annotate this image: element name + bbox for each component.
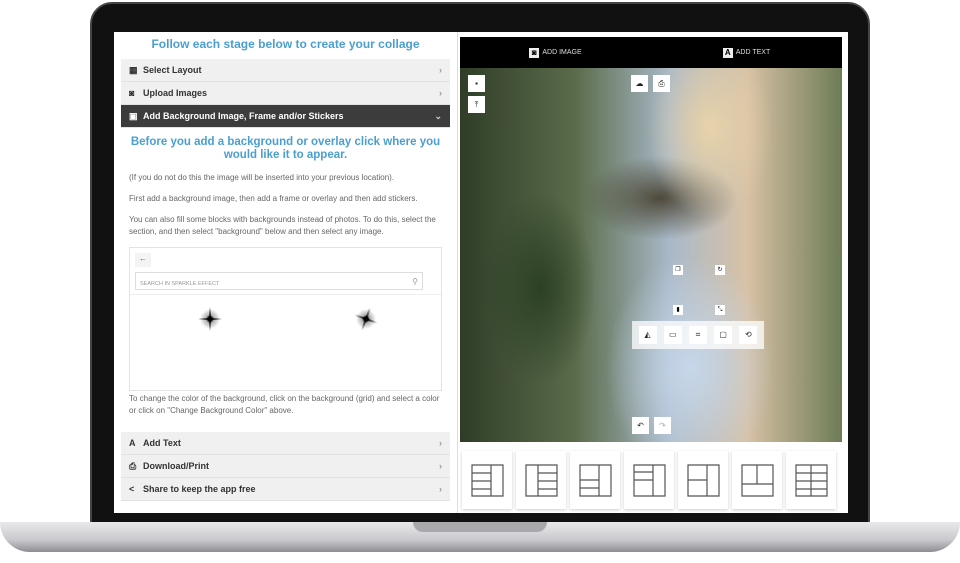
fill-icon[interactable]: ◭	[638, 326, 657, 344]
laptop-notch	[413, 522, 547, 532]
button-label: ADD IMAGE	[542, 49, 582, 56]
step-label: Add Text	[143, 438, 181, 448]
print-icon[interactable]: ⎙	[653, 75, 670, 92]
layout-picker	[460, 442, 842, 509]
font-icon: A	[129, 438, 136, 448]
step-download-print[interactable]: ⎙ Download/Print ›	[121, 455, 450, 478]
instruction-heading: Before you add a background or overlay c…	[130, 136, 441, 161]
layout-option[interactable]	[462, 451, 512, 509]
step-label: Share to keep the app free	[143, 484, 256, 494]
add-image-button[interactable]: ◙ ADD IMAGE	[460, 37, 651, 68]
redo-button[interactable]: ↷	[654, 417, 671, 434]
layout-option[interactable]	[786, 451, 836, 509]
step-share[interactable]: < Share to keep the app free ›	[121, 478, 450, 501]
layout-grid-icon	[470, 463, 504, 497]
chevron-down-icon: ⌄	[434, 110, 442, 121]
layout-option[interactable]	[678, 451, 728, 509]
instruction-text: (If you do not do this the image will be…	[129, 173, 395, 182]
sparkle-sticker[interactable]	[350, 303, 382, 335]
crop-icon[interactable]: ⌗	[688, 326, 707, 344]
rotate-icon[interactable]: ↻	[715, 265, 725, 275]
step-label: Select Layout	[143, 65, 202, 75]
divider	[130, 294, 441, 295]
layout-grid-icon	[632, 463, 666, 497]
layout-grid-icon	[794, 463, 828, 497]
delete-icon[interactable]: ▮	[673, 305, 683, 315]
back-button[interactable]: ←	[135, 253, 151, 267]
layout-option[interactable]	[516, 451, 566, 509]
layout-grid-icon	[686, 463, 720, 497]
step-label: Download/Print	[143, 461, 209, 471]
sparkle-sticker[interactable]	[198, 307, 222, 331]
undo-button[interactable]: ↶	[632, 417, 649, 434]
image-tools: ◭ ▭ ⌗ ▢ ⟲	[632, 321, 764, 349]
chevron-right-icon: ›	[439, 461, 442, 471]
grid-icon: ▦	[129, 64, 138, 75]
editor-toolbar: ◙ ADD IMAGE A ADD TEXT	[460, 37, 842, 68]
frame-icon[interactable]: ▢	[714, 326, 733, 344]
button-label: ADD TEXT	[735, 49, 771, 56]
sticker-panel: ← SEARCH IN SPARKLE EFFECT ⚲	[129, 247, 442, 391]
share-icon: <	[129, 484, 135, 494]
app-screen: Follow each stage below to create your c…	[114, 32, 848, 513]
instruction-text: To change the color of the background, c…	[129, 394, 440, 415]
chevron-right-icon: ›	[439, 88, 442, 98]
resize-icon[interactable]: ⤡	[715, 305, 725, 315]
sticker-search-input[interactable]: SEARCH IN SPARKLE EFFECT ⚲	[135, 272, 423, 290]
layout-grid-icon	[578, 463, 612, 497]
background-icon[interactable]: ▭	[663, 326, 682, 344]
instruction-text: First add a background image, then add a…	[129, 194, 418, 203]
step-add-text[interactable]: A Add Text ›	[121, 432, 450, 455]
steps-panel: Follow each stage below to create your c…	[114, 32, 458, 513]
camera-icon: ◙	[129, 88, 135, 98]
add-text-button[interactable]: A ADD TEXT	[651, 37, 842, 68]
layout-grid-icon	[740, 463, 774, 497]
search-icon: ⚲	[412, 277, 418, 286]
step-upload-images[interactable]: ◙ Upload Images ›	[121, 82, 450, 105]
step-label: Upload Images	[143, 88, 208, 98]
layout-option[interactable]	[570, 451, 620, 509]
layout-grid-icon	[524, 463, 558, 497]
chevron-right-icon: ›	[439, 65, 442, 75]
image-icon: ▣	[129, 110, 138, 121]
layout-option[interactable]	[624, 451, 674, 509]
camera-icon: ◙	[529, 47, 540, 58]
instruction-text: You can also fill some blocks with backg…	[129, 215, 436, 236]
print-icon: ⎙	[129, 460, 137, 471]
flip-icon[interactable]: ⟲	[739, 326, 758, 344]
page-title: Follow each stage below to create your c…	[151, 37, 420, 51]
step-select-layout[interactable]: ▦ Select Layout ›	[121, 59, 450, 82]
editor-panel: ◙ ADD IMAGE A ADD TEXT ▪ ⤒ ☁ ⎙ ❐ ↻ ▮ ⤡ ◭ ▭…	[460, 37, 842, 513]
step-content: Before you add a background or overlay c…	[121, 128, 450, 432]
layout-option[interactable]	[732, 451, 782, 509]
duplicate-icon[interactable]: ❐	[673, 265, 683, 275]
upload-icon[interactable]: ⤒	[468, 96, 485, 113]
step-add-background[interactable]: ▣ Add Background Image, Frame and/or Stic…	[121, 105, 450, 128]
chevron-right-icon: ›	[439, 438, 442, 448]
save-icon[interactable]: ▪	[468, 75, 485, 92]
step-label: Add Background Image, Frame and/or Stick…	[143, 111, 344, 121]
text-icon: A	[722, 47, 733, 58]
search-placeholder: SEARCH IN SPARKLE EFFECT	[140, 281, 220, 287]
cloud-download-icon[interactable]: ☁	[631, 75, 648, 92]
chevron-right-icon: ›	[439, 484, 442, 494]
collage-canvas[interactable]: ▪ ⤒ ☁ ⎙ ❐ ↻ ▮ ⤡ ◭ ▭ ⌗ ▢ ⟲ ↶ ↷	[460, 68, 842, 442]
